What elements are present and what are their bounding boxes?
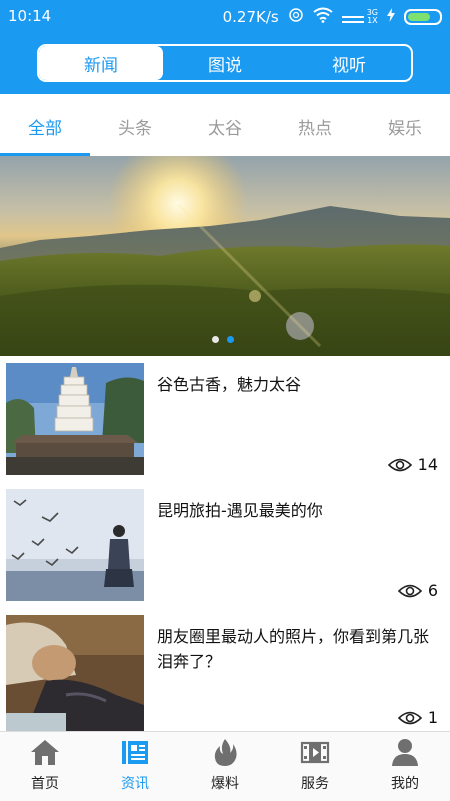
nav-tipoff[interactable]: 爆料 [180, 732, 270, 801]
nav-profile[interactable]: 我的 [360, 732, 450, 801]
user-icon [392, 739, 418, 766]
tab-all[interactable]: 全部 [0, 114, 90, 139]
elderly-person-thumbnail [6, 615, 144, 731]
view-count-value: 1 [427, 708, 438, 727]
carousel-indicator [212, 336, 234, 343]
home-icon [31, 740, 59, 765]
bottom-navigation: 首页 资讯 爆料 服务 我的 [0, 731, 450, 801]
nav-services[interactable]: 服务 [270, 732, 360, 801]
content-type-switcher: 新闻 图说 视听 [37, 44, 413, 82]
carousel-dot-active[interactable] [227, 336, 234, 343]
status-indicators: 0.27K/s 3G 1X [223, 7, 442, 27]
nav-label: 爆料 [211, 776, 239, 792]
nav-news[interactable]: 资讯 [90, 732, 180, 801]
eye-icon [397, 711, 422, 724]
sync-icon [288, 7, 304, 27]
news-item[interactable]: 朋友圈里最动人的照片，你看到第几张泪奔了？ 1 [0, 608, 450, 731]
charging-icon [387, 8, 395, 26]
seagulls-thumbnail [6, 489, 144, 601]
tab-hot[interactable]: 热点 [270, 114, 360, 139]
eye-icon [397, 584, 422, 597]
nav-label: 服务 [301, 776, 329, 792]
status-bar: 10:14 0.27K/s 3G 1X [0, 0, 450, 32]
nav-label: 我的 [391, 776, 419, 792]
carousel-dot[interactable] [212, 336, 219, 343]
app-header: 10:14 0.27K/s 3G 1X 新闻 图说 视听 [0, 0, 450, 94]
banner-carousel[interactable] [0, 156, 450, 356]
view-count-value: 14 [417, 455, 438, 474]
nav-label: 资讯 [121, 776, 149, 792]
view-count-value: 6 [427, 581, 438, 600]
eye-icon [387, 458, 412, 471]
tab-headlines[interactable]: 头条 [90, 114, 180, 139]
nav-label: 首页 [31, 776, 59, 792]
news-item[interactable]: 昆明旅拍-遇见最美的你 6 [0, 482, 450, 609]
news-title: 昆明旅拍-遇见最美的你 [157, 501, 323, 520]
segment-news[interactable]: 新闻 [39, 46, 163, 80]
news-item[interactable]: 谷色古香，魅力太谷 14 [0, 356, 450, 483]
nav-home[interactable]: 首页 [0, 732, 90, 801]
pagoda-thumbnail [6, 363, 144, 475]
status-time: 10:14 [8, 7, 52, 25]
news-title: 朋友圈里最动人的照片，你看到第几张泪奔了？ [157, 627, 430, 671]
segment-video[interactable]: 视听 [287, 46, 411, 80]
battery-icon [404, 9, 442, 25]
sunrise-landscape-image [0, 156, 450, 356]
tab-taigu[interactable]: 太谷 [180, 114, 270, 139]
view-count: 6 [397, 581, 438, 600]
view-count: 14 [387, 455, 438, 474]
tab-entertainment[interactable]: 娱乐 [360, 114, 450, 139]
film-icon [300, 741, 330, 764]
wifi-icon [313, 7, 333, 27]
signal-type: 3G 1X [367, 9, 378, 25]
cellular-signal-icon: 3G 1X [341, 9, 378, 25]
news-title: 谷色古香，魅力太谷 [157, 375, 302, 394]
view-count: 1 [397, 708, 438, 727]
signal-type-bottom: 1X [367, 16, 378, 25]
flame-icon [214, 739, 237, 766]
segment-photos[interactable]: 图说 [163, 46, 287, 80]
newspaper-icon [122, 741, 148, 764]
network-speed: 0.27K/s [222, 8, 279, 26]
category-tabs: 全部 头条 太谷 热点 娱乐 [0, 94, 450, 157]
